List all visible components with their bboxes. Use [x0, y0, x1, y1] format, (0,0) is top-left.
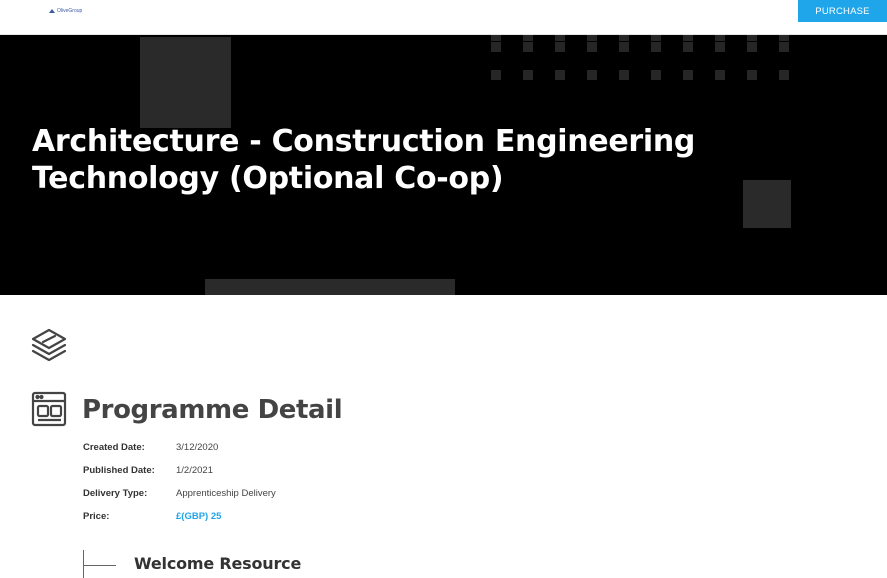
meta-row-created-date: Created Date: 3/12/2020	[83, 436, 276, 459]
meta-row-price: Price: £(GBP) 25	[83, 505, 276, 528]
browser-window-icon	[31, 391, 67, 427]
price-value: £(GBP) 25	[176, 511, 222, 522]
programme-title: Architecture - Construction Engineering …	[32, 124, 696, 196]
hero-decor-square	[140, 37, 231, 128]
logo-text: OliveGroup	[57, 8, 83, 14]
meta-label: Price:	[83, 511, 110, 522]
resource-tree-branch	[83, 565, 116, 566]
meta-value: 3/12/2020	[176, 442, 219, 453]
meta-label: Published Date:	[83, 465, 155, 476]
resource-tree-line	[83, 550, 84, 578]
meta-label: Created Date:	[83, 442, 145, 453]
hero-decor-bar	[205, 279, 455, 295]
meta-value: 1/2/2021	[176, 465, 213, 476]
meta-row-published-date: Published Date: 1/2/2021	[83, 459, 276, 482]
meta-row-delivery-type: Delivery Type: Apprenticeship Delivery	[83, 482, 276, 505]
meta-label: Delivery Type:	[83, 488, 148, 499]
programme-detail-heading: Programme Detail	[82, 395, 343, 425]
meta-value: Apprenticeship Delivery	[176, 488, 276, 499]
programme-meta-list: Created Date: 3/12/2020 Published Date: …	[83, 436, 276, 528]
hero-banner: Architecture - Construction Engineering …	[0, 35, 887, 295]
hero-dot-grid	[491, 35, 791, 85]
olive-group-logo[interactable]: OliveGroup	[49, 6, 82, 16]
logo-mark-icon	[49, 8, 55, 13]
layers-icon	[31, 328, 67, 362]
top-navbar: OliveGroup PURCHASE	[0, 0, 887, 35]
purchase-button[interactable]: PURCHASE	[798, 0, 887, 22]
welcome-resource-title[interactable]: Welcome Resource	[134, 554, 301, 573]
